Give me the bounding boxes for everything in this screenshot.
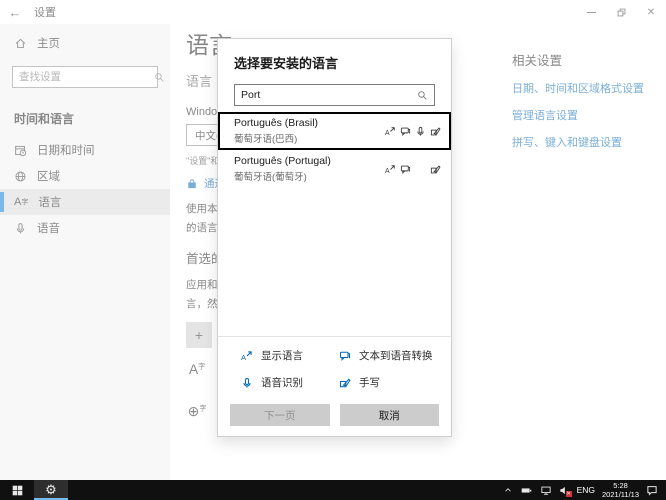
clock-date: 2021/11/13 [602,490,639,499]
cancel-button[interactable]: 取消 [340,404,440,426]
sidebar-section-title: 时间和语言 [0,96,170,137]
svg-text:A: A [385,129,390,136]
input-language-indicator[interactable]: ENG [577,485,595,495]
restore-button[interactable] [606,1,636,23]
gear-icon: ⚙ [45,483,57,496]
handwriting-icon [429,163,441,175]
svg-text:A: A [241,352,246,361]
search-icon [417,90,428,101]
dialog-legend: A 显示语言 文本到语音转换 语音识别 手写 [218,337,451,390]
language-option-native: 葡萄牙语(葡萄牙) [234,169,331,183]
volume-muted-icon[interactable]: ✕ [559,485,570,496]
globe-icon [14,170,27,183]
handwriting-icon [339,377,351,389]
feature-icons: A [384,125,441,137]
svg-text:A: A [385,167,390,174]
legend-label: 文本到语音转换 [359,348,433,363]
sidebar-item-date-time[interactable]: 日期和时间 [0,137,170,163]
network-icon[interactable] [540,485,552,496]
display-language-icon: A [384,125,396,137]
feature-icons: A [384,163,441,175]
language-option-portuguese-portugal[interactable]: Português (Portugal) 葡萄牙语(葡萄牙) A [218,150,451,188]
add-language-dialog: 选择要安装的语言 Português (Brasil) 葡萄牙语(巴西) A [217,38,452,437]
related-link-date-time-region[interactable]: 日期、时间和区域格式设置 [512,80,666,96]
related-link-typing[interactable]: 拼写、键入和键盘设置 [512,134,666,150]
close-button[interactable]: ✕ [636,1,666,23]
clock-time: 5:28 [613,481,628,490]
battery-icon[interactable] [520,485,533,496]
taskbar-clock[interactable]: 5:28 2021/11/13 [602,481,639,499]
dialog-search-input[interactable] [241,89,417,101]
search-icon [154,72,165,83]
related-settings: 相关设置 日期、时间和区域格式设置 管理语言设置 拼写、键入和键盘设置 [512,24,666,150]
sidebar-search-input[interactable] [19,71,154,83]
start-button[interactable] [0,480,34,500]
action-center-icon[interactable] [646,484,658,496]
taskbar: ⚙ ✕ ENG 5:28 2021/11/13 [0,480,666,500]
legend-display-language: A 显示语言 [241,348,339,363]
globe-language-icon: ⊕字 [186,404,208,418]
legend-handwriting: 手写 [339,375,451,390]
legend-speech-recognition: 语音识别 [241,375,339,390]
legend-text-to-speech: 文本到语音转换 [339,348,451,363]
text-to-speech-icon [399,163,411,175]
system-tray: ✕ ENG 5:28 2021/11/13 [503,481,666,499]
back-button[interactable]: ← [0,5,30,20]
language-option-portuguese-brasil[interactable]: Português (Brasil) 葡萄牙语(巴西) A [218,112,451,150]
next-button[interactable]: 下一页 [230,404,330,426]
window-controls: ✕ [576,1,666,23]
sidebar-item-home[interactable]: 主页 [0,32,170,54]
calendar-clock-icon [14,144,27,157]
dialog-language-list: Português (Brasil) 葡萄牙语(巴西) A Português … [218,112,451,188]
legend-label: 显示语言 [261,348,303,363]
plus-icon: + [186,322,212,348]
sidebar-item-label: 区域 [37,168,60,184]
related-settings-heading: 相关设置 [512,50,666,69]
language-icon: A字 [14,197,28,208]
sidebar-item-language[interactable]: A字 语言 [0,189,170,215]
text-to-speech-icon [399,125,411,137]
legend-label: 语音识别 [261,375,303,390]
titlebar: ← 设置 ✕ [0,0,666,24]
store-icon [186,178,198,190]
speech-recognition-icon [241,377,253,389]
sidebar-item-label: 语言 [38,194,61,210]
sidebar: 主页 时间和语言 日期和时间 区域 [0,24,170,480]
window-title: 设置 [34,4,56,20]
sidebar-home-label: 主页 [37,35,60,51]
dialog-buttons: 下一页 取消 [218,404,451,426]
dialog-title: 选择要安装的语言 [218,51,451,72]
sidebar-item-speech[interactable]: 语音 [0,215,170,241]
handwriting-icon [429,125,441,137]
language-az-icon: A字 [186,362,208,376]
mute-badge: ✕ [566,491,572,497]
text-to-speech-icon [339,350,351,362]
display-language-icon: A [241,350,253,362]
sidebar-item-label: 语音 [37,220,60,236]
home-icon [14,37,27,50]
sidebar-item-label: 日期和时间 [37,142,95,158]
display-language-icon: A [384,163,396,175]
minimize-button[interactable] [576,1,606,23]
microphone-icon [14,222,27,235]
language-option-native: 葡萄牙语(巴西) [234,131,318,145]
legend-label: 手写 [359,375,380,390]
sidebar-search[interactable] [12,66,158,88]
taskbar-settings-app[interactable]: ⚙ [34,480,68,500]
tray-chevron-up-icon[interactable] [503,485,513,495]
language-option-name: Português (Brasil) [234,117,318,129]
language-option-name: Português (Portugal) [234,155,331,167]
dialog-search[interactable] [234,84,435,106]
related-link-admin-language[interactable]: 管理语言设置 [512,107,666,123]
screen: ← 设置 ✕ 主页 时间和语 [0,0,666,500]
sidebar-item-region[interactable]: 区域 [0,163,170,189]
speech-recognition-icon [414,125,426,137]
